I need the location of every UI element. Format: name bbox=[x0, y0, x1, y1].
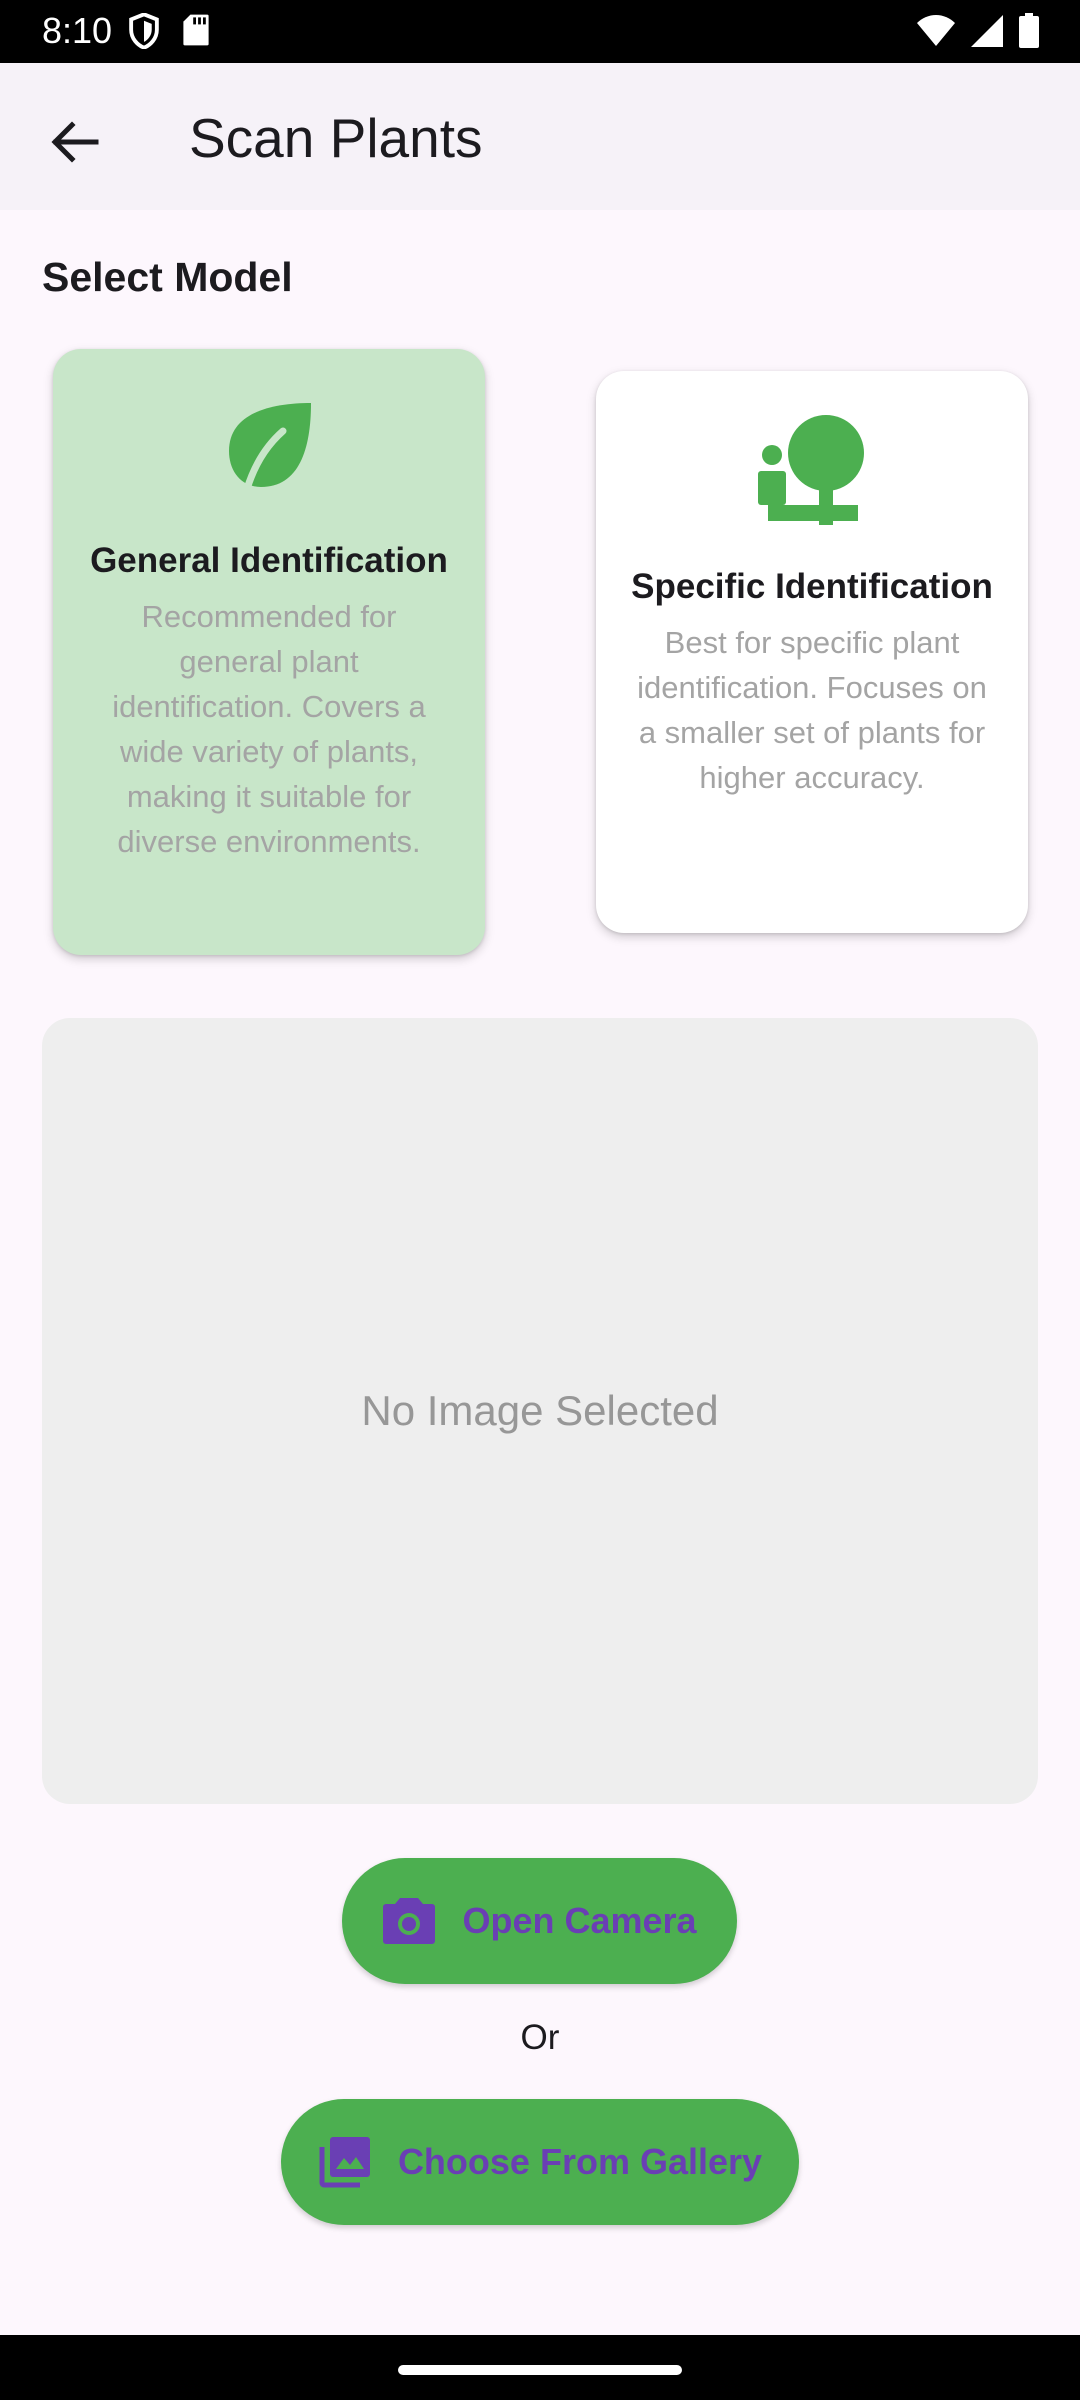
arrow-back-icon bbox=[51, 121, 99, 163]
model-card-specific[interactable]: Specific Identification Best for specifi… bbox=[596, 371, 1028, 933]
model-card-general[interactable]: General Identification Recommended for g… bbox=[53, 349, 485, 955]
back-button[interactable] bbox=[40, 107, 110, 177]
status-time: 8:10 bbox=[42, 10, 113, 51]
model-card-title: General Identification bbox=[90, 541, 448, 580]
model-card-description: Best for specific plant identification. … bbox=[637, 625, 987, 795]
or-separator: Or bbox=[520, 2018, 560, 2057]
model-card-title: Specific Identification bbox=[631, 567, 993, 606]
navigation-bar bbox=[0, 2335, 1080, 2400]
battery-icon bbox=[1019, 13, 1039, 48]
camera-icon bbox=[383, 1898, 436, 1944]
open-camera-button[interactable]: Open Camera bbox=[342, 1858, 737, 1984]
wifi-icon bbox=[917, 15, 955, 46]
no-image-placeholder: No Image Selected bbox=[361, 1387, 719, 1434]
shield-icon bbox=[129, 13, 159, 49]
page-title: Scan Plants bbox=[189, 107, 483, 169]
photo-library-icon bbox=[319, 2137, 370, 2188]
app-bar: Scan Plants bbox=[0, 63, 1080, 210]
leaf-icon bbox=[229, 403, 311, 493]
home-gesture-handle[interactable] bbox=[398, 2365, 682, 2375]
sd-card-icon bbox=[183, 14, 209, 46]
model-card-description: Recommended for general plant identifica… bbox=[112, 599, 426, 859]
choose-from-gallery-label: Choose From Gallery bbox=[397, 2141, 763, 2182]
person-tree-icon bbox=[758, 415, 864, 525]
status-bar: 8:10 bbox=[0, 0, 1080, 63]
open-camera-label: Open Camera bbox=[462, 1900, 697, 1941]
image-preview: No Image Selected bbox=[42, 1018, 1038, 1804]
cellular-signal-icon bbox=[971, 15, 1003, 47]
select-model-heading: Select Model bbox=[42, 254, 293, 300]
choose-from-gallery-button[interactable]: Choose From Gallery bbox=[281, 2099, 799, 2225]
